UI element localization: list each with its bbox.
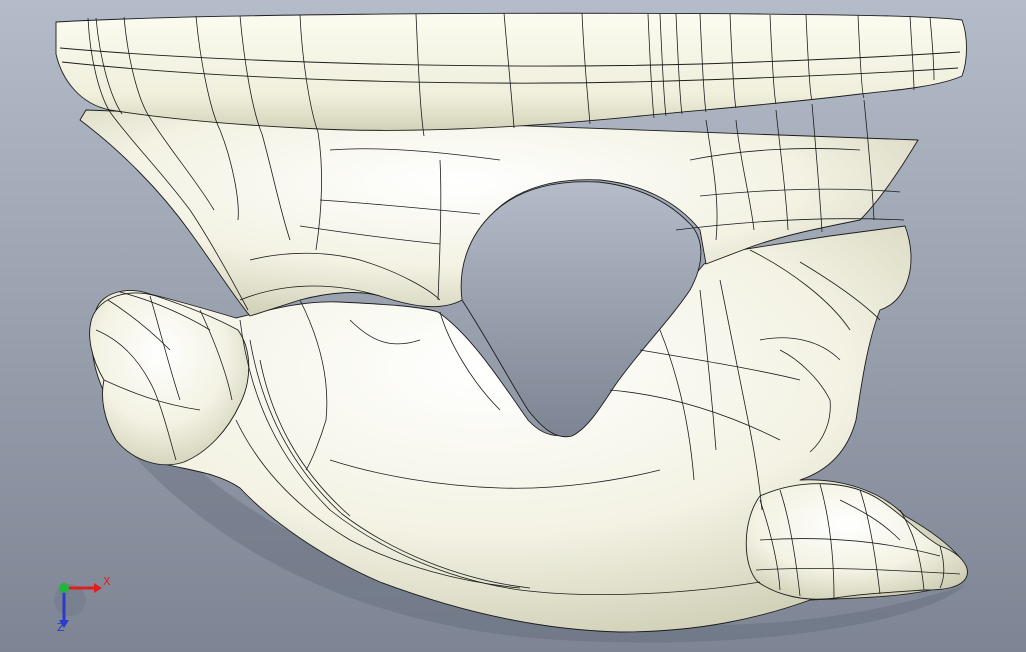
model-scene[interactable]	[0, 0, 1026, 652]
orientation-triad[interactable]: X Z	[48, 570, 118, 636]
graphics-viewport[interactable]: X Z	[0, 0, 1026, 652]
y-axis-dot	[59, 583, 69, 593]
x-axis-label: X	[103, 575, 111, 588]
x-axis-arrowhead	[94, 583, 102, 593]
z-axis-label: Z	[57, 621, 65, 634]
